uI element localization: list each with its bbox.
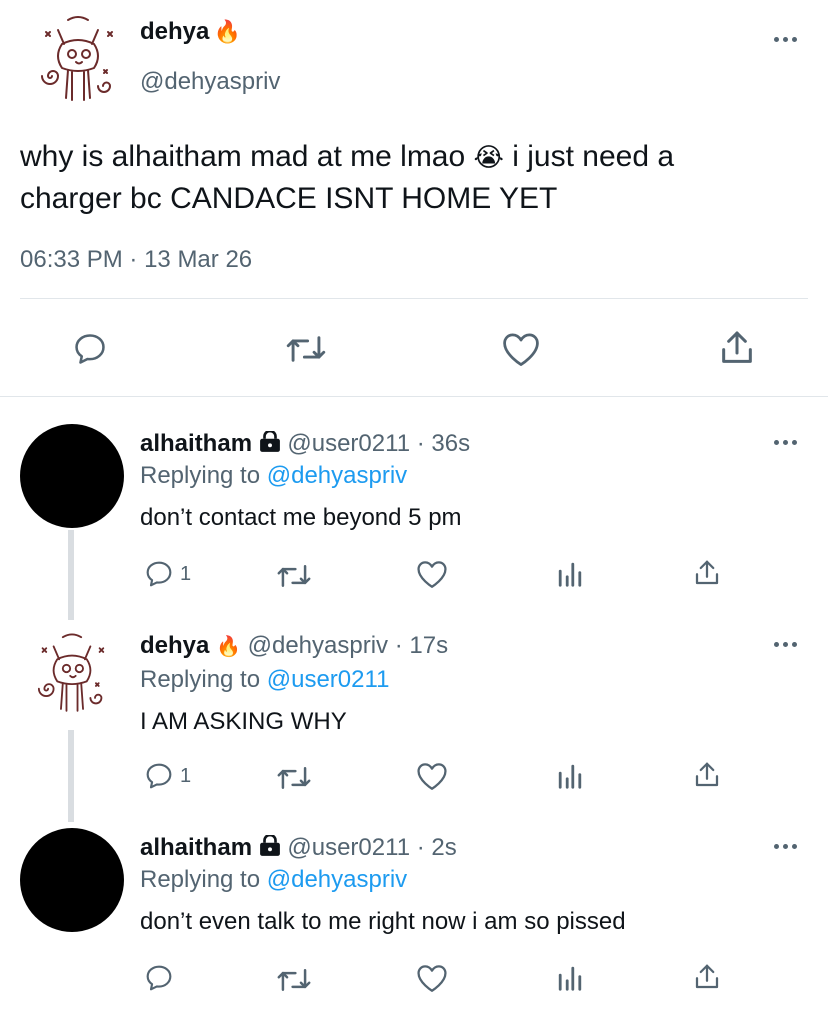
retweet-icon[interactable] (285, 332, 327, 366)
display-name[interactable]: dehya (140, 18, 209, 45)
lock-icon (259, 833, 280, 856)
more-icon[interactable] (774, 842, 798, 850)
retweet-icon[interactable] (276, 966, 312, 994)
replying-to-link[interactable]: @user0211 (267, 666, 390, 693)
retweet-icon[interactable] (276, 764, 312, 792)
tweet-text: why is alhaitham mad at me lmao 😭 i just… (20, 140, 675, 215)
divider (0, 396, 828, 397)
reply-count: 1 (180, 562, 192, 585)
reply-icon[interactable] (70, 330, 110, 368)
like-icon[interactable] (415, 760, 449, 792)
tweet-age[interactable]: 17s (409, 632, 448, 659)
thread-line (68, 730, 74, 822)
tweet-text: don’t even talk to me right now i am so … (140, 908, 626, 935)
share-icon[interactable] (718, 328, 756, 368)
tweet-text: don’t contact me beyond 5 pm (140, 504, 462, 531)
analytics-icon[interactable] (556, 964, 584, 992)
tweet-age[interactable]: 36s (431, 430, 470, 457)
reply-icon[interactable]: 1 (142, 558, 191, 590)
share-icon[interactable] (693, 962, 721, 992)
tweet-age[interactable]: 2s (431, 834, 456, 861)
user-handle[interactable]: @dehyaspriv (140, 68, 280, 96)
tweet-timestamp[interactable]: 06:33 PM · 13 Mar 26 (20, 246, 252, 274)
thread-line (68, 530, 74, 620)
replying-label: Replying to (140, 666, 261, 693)
replying-label: Replying to (140, 866, 261, 893)
analytics-icon[interactable] (556, 560, 584, 588)
replying-label: Replying to (140, 462, 261, 489)
lock-icon (259, 429, 280, 452)
avatar[interactable] (28, 10, 128, 110)
replying-to-link[interactable]: @dehyaspriv (267, 462, 407, 489)
avatar[interactable] (26, 628, 118, 720)
user-handle[interactable]: @dehyaspriv (248, 632, 388, 659)
analytics-icon[interactable] (556, 762, 584, 790)
fire-emoji: 🔥 (216, 636, 241, 658)
avatar[interactable] (20, 828, 124, 932)
crying-emoji: 😭 (473, 142, 504, 172)
share-icon[interactable] (693, 558, 721, 588)
fire-emoji: 🔥 (213, 19, 242, 44)
more-icon[interactable] (774, 438, 798, 446)
like-icon[interactable] (415, 962, 449, 994)
display-name[interactable]: alhaitham (140, 834, 252, 861)
divider (20, 298, 808, 299)
tweet-text: I AM ASKING WHY (140, 708, 347, 735)
reply-icon[interactable] (142, 962, 176, 994)
user-handle[interactable]: @user0211 (287, 834, 410, 861)
like-icon[interactable] (415, 558, 449, 590)
replying-to-link[interactable]: @dehyaspriv (267, 866, 407, 893)
like-icon[interactable] (500, 330, 542, 368)
share-icon[interactable] (693, 760, 721, 790)
more-icon[interactable] (774, 35, 798, 43)
avatar[interactable] (20, 424, 124, 528)
more-icon[interactable] (774, 640, 798, 648)
retweet-icon[interactable] (276, 562, 312, 590)
reply-count: 1 (180, 764, 192, 787)
user-handle[interactable]: @user0211 (287, 430, 410, 457)
display-name[interactable]: alhaitham (140, 430, 252, 457)
reply-icon[interactable]: 1 (142, 760, 191, 792)
display-name[interactable]: dehya (140, 632, 209, 659)
